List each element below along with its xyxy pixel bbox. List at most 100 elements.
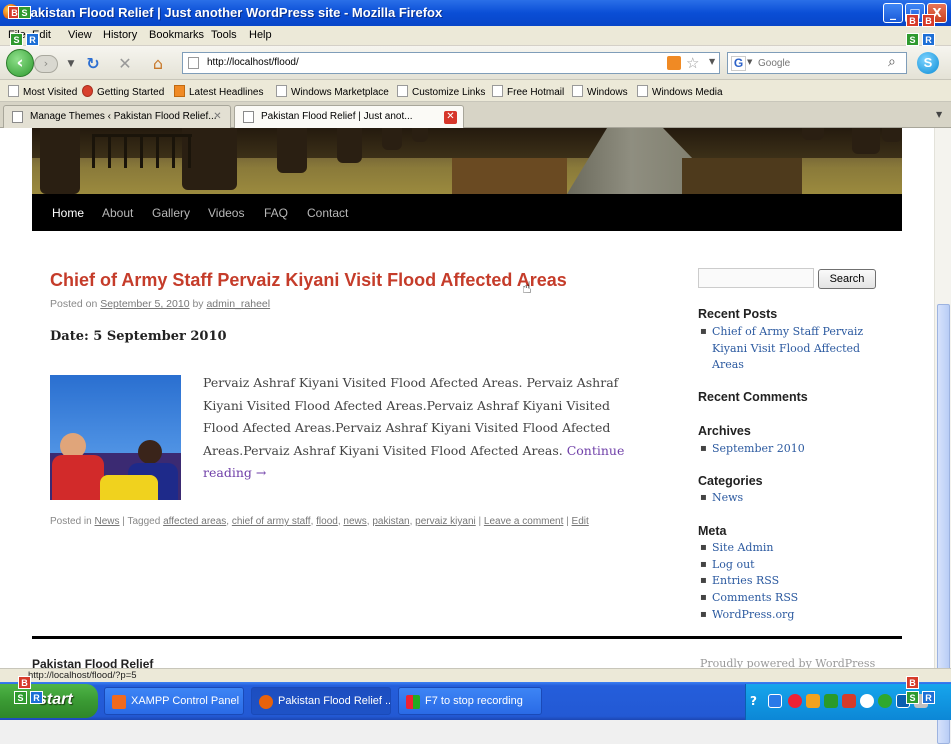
page-content: Home About Gallery Videos FAQ Contact Ch…	[0, 128, 934, 668]
tag-link[interactable]: news	[343, 516, 366, 527]
start-label: start	[38, 691, 73, 708]
tray-volume-icon[interactable]	[860, 694, 874, 708]
bookmark-windows-media[interactable]: Windows Media	[637, 85, 723, 98]
tray-network-icon[interactable]	[824, 694, 838, 708]
archive-link[interactable]: September 2010	[700, 441, 805, 458]
tray-status-icon[interactable]	[878, 694, 892, 708]
firefox-bookmark-icon	[82, 85, 93, 97]
category-link[interactable]: News	[700, 490, 743, 507]
footer-divider	[32, 636, 902, 639]
tag-link[interactable]: chief of army staff	[232, 516, 311, 527]
meta-site-admin-link[interactable]: Site Admin	[700, 540, 774, 557]
google-icon[interactable]: G	[731, 56, 746, 71]
engine-dropdown-icon[interactable]: ▼	[747, 58, 752, 66]
search-input[interactable]	[758, 56, 878, 70]
tag-link[interactable]: flood	[316, 516, 338, 527]
task-xampp[interactable]: XAMPP Control Panel ...	[104, 687, 244, 715]
status-text: http://localhost/flood/?p=5	[28, 670, 137, 681]
menu-view[interactable]: View	[68, 29, 92, 41]
tag-link[interactable]: pakistan	[372, 516, 409, 527]
search-icon[interactable]: ⌕	[888, 54, 896, 70]
nav-videos[interactable]: Videos	[208, 206, 244, 220]
post-date-link[interactable]: September 5, 2010	[100, 298, 189, 310]
back-button[interactable]: ‹	[6, 49, 34, 77]
footer-powered-by[interactable]: Proudly powered by WordPress	[700, 657, 875, 668]
recent-post-link[interactable]: Chief of Army Staff Pervaiz Kiyani Visit…	[700, 324, 863, 374]
rss-icon[interactable]	[667, 56, 681, 70]
help-icon[interactable]: ?	[750, 694, 764, 708]
recent-posts-heading: Recent Posts	[698, 307, 778, 321]
page-icon	[243, 111, 254, 123]
minimize-button[interactable]: _	[883, 3, 903, 23]
meta-label: Site Admin	[712, 541, 774, 554]
category-link[interactable]: News	[94, 516, 119, 527]
meta-wordpress-org-link[interactable]: WordPress.org	[700, 607, 794, 624]
tag-link[interactable]: pervaiz kiyani	[415, 516, 476, 527]
tab-close-icon[interactable]: ✕	[444, 111, 457, 124]
tray-firefox-icon[interactable]	[788, 694, 802, 708]
tag-link[interactable]: affected areas	[163, 516, 226, 527]
tray-app-icon[interactable]	[768, 694, 782, 708]
nav-gallery[interactable]: Gallery	[152, 206, 190, 220]
nav-about[interactable]: About	[102, 206, 133, 220]
bookmark-page-icon	[637, 85, 648, 97]
nav-faq[interactable]: FAQ	[264, 206, 288, 220]
menu-history[interactable]: History	[103, 29, 137, 41]
menu-bar: File Edit View History Bookmarks Tools H…	[0, 26, 951, 46]
tab-manage-themes[interactable]: Manage Themes ‹ Pakistan Flood Relief...…	[3, 105, 231, 128]
tray-folder-icon[interactable]	[806, 694, 820, 708]
leave-comment-link[interactable]: Leave a comment	[484, 516, 564, 527]
task-firefox[interactable]: Pakistan Flood Relief ...	[251, 687, 391, 715]
meta-heading: Meta	[698, 524, 727, 538]
bookmark-windows-marketplace[interactable]: Windows Marketplace	[276, 85, 389, 98]
bookmark-windows[interactable]: Windows	[572, 85, 628, 98]
bookmark-customize-links[interactable]: Customize Links	[397, 85, 485, 98]
task-recording[interactable]: F7 to stop recording	[398, 687, 542, 715]
skype-icon[interactable]: S	[917, 52, 939, 74]
post-thumbnail[interactable]	[50, 375, 181, 500]
footer-site-title[interactable]: Pakistan Flood Relief	[32, 657, 153, 668]
url-bar[interactable]: http://localhost/flood/ ☆ ▼	[182, 52, 720, 74]
post-title-link[interactable]: Chief of Army Staff Pervaiz Kiyani Visit…	[50, 270, 567, 291]
task-label: Pakistan Flood Relief ...	[278, 695, 391, 707]
reload-icon[interactable]: ↻	[83, 54, 103, 74]
bookmark-latest-headlines[interactable]: Latest Headlines	[174, 85, 264, 98]
url-text: http://localhost/flood/	[207, 57, 299, 68]
menu-bookmarks[interactable]: Bookmarks	[149, 29, 204, 41]
bookmark-most-visited[interactable]: Most Visited	[8, 85, 77, 98]
rss-bookmark-icon	[174, 85, 185, 97]
meta-comments-rss-link[interactable]: Comments RSS	[700, 590, 798, 607]
menu-tools[interactable]: Tools	[211, 29, 237, 41]
home-icon[interactable]: ⌂	[148, 54, 168, 74]
menu-help[interactable]: Help	[249, 29, 272, 41]
tab-label: Pakistan Flood Relief | Just anot...	[261, 111, 413, 122]
sidebar-search-button[interactable]: Search	[818, 269, 876, 289]
overlay-r-icon: R	[922, 691, 935, 704]
search-bar[interactable]: G ▼ ⌕	[727, 52, 907, 74]
stop-icon[interactable]: ✕	[115, 54, 135, 74]
tab-list-dropdown-icon[interactable]: ▼	[936, 110, 942, 119]
tab-close-icon[interactable]: ✕	[211, 111, 224, 124]
post-author-link[interactable]: admin_raheel	[206, 298, 270, 310]
tray-shield-icon[interactable]	[842, 694, 856, 708]
url-dropdown-icon[interactable]: ▼	[709, 57, 715, 66]
bookmark-page-icon	[276, 85, 287, 97]
nav-contact[interactable]: Contact	[307, 206, 348, 220]
overlay-r-icon: R	[922, 33, 935, 46]
forward-button[interactable]: ›	[34, 55, 58, 73]
edit-link[interactable]: Edit	[572, 516, 589, 527]
meta-entries-rss-link[interactable]: Entries RSS	[700, 573, 779, 590]
overlay-s-icon: S	[10, 33, 23, 46]
tagged-label: | Tagged	[122, 516, 161, 527]
nav-home[interactable]: Home	[52, 206, 84, 220]
vertical-scrollbar[interactable]	[934, 128, 951, 744]
meta-label: Log out	[712, 558, 755, 571]
tab-pakistan-flood-relief[interactable]: Pakistan Flood Relief | Just anot... ✕	[234, 105, 464, 128]
taskbar: start XAMPP Control Panel ... Pakistan F…	[0, 682, 951, 720]
meta-log-out-link[interactable]: Log out	[700, 557, 755, 574]
bookmark-free-hotmail[interactable]: Free Hotmail	[492, 85, 564, 98]
sidebar-search-input[interactable]	[698, 268, 814, 288]
star-icon[interactable]: ☆	[686, 54, 699, 72]
bookmark-getting-started[interactable]: Getting Started	[82, 85, 164, 98]
history-dropdown-icon[interactable]: ▼	[61, 54, 81, 74]
